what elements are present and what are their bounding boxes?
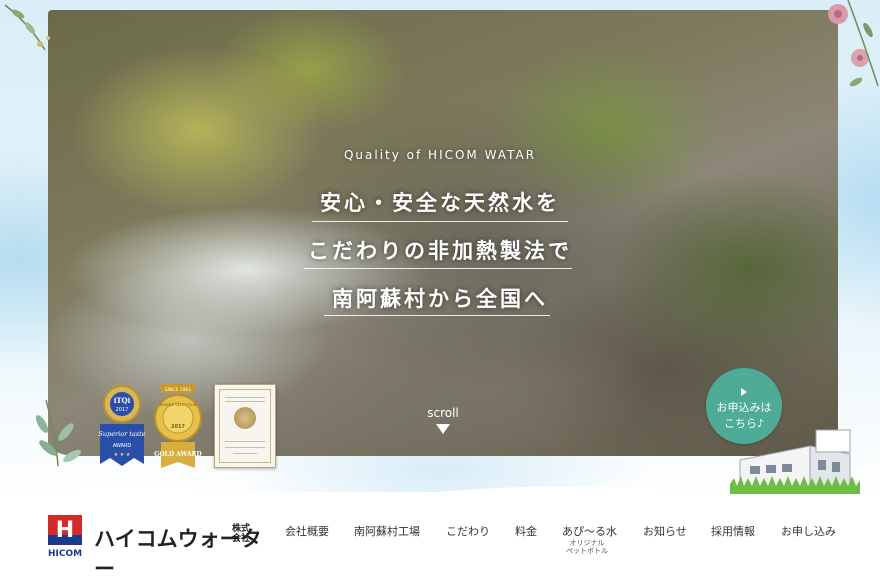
decorative-flowers-top-right-icon <box>828 0 879 87</box>
headline-divider <box>324 315 550 316</box>
certificate-seal-icon <box>234 407 256 429</box>
play-arrow-icon <box>741 388 747 396</box>
nav-item-commitment[interactable]: こだわり <box>446 523 490 539</box>
down-arrow-icon <box>436 424 450 434</box>
apply-button-line-2: こちら♪ <box>723 417 765 430</box>
nav-item-pricing[interactable]: 料金 <box>515 523 537 539</box>
monde-selection-gold-award-badge: SINCE 1961 MONDE SELECTION 2017 GOLD AWA… <box>154 384 202 468</box>
hero-headline-line-1: 安心・安全な天然水を <box>320 191 560 215</box>
nav-item-apply[interactable]: お申し込み <box>781 523 836 539</box>
award-blue-mid: Superior taste <box>98 430 145 438</box>
decorative-leaves-bottom-left-icon <box>35 399 81 467</box>
award-gold-ring: MONDE SELECTION <box>160 402 197 407</box>
nav-item-appeal-water[interactable]: あぴ〜る水 <box>562 523 617 539</box>
nav-item-company[interactable]: 会社概要 <box>285 523 329 539</box>
hero-headline-line-3: 南阿蘇村から全国へ <box>332 287 548 311</box>
main-navigation: 会社概要 南阿蘇村工場 こだわり 料金 あぴ〜る水 オリジナル ペットボトル お知… <box>0 523 880 563</box>
award-blue-top: iTQi <box>114 396 131 405</box>
superior-taste-award-badge: iTQi 2017 Superior taste AWARD ★ ★ ★ <box>98 385 146 466</box>
apply-button-line-1: お申込みは <box>716 401 772 414</box>
award-gold-top: SINCE 1961 <box>165 387 192 393</box>
nav-item-factory[interactable]: 南阿蘇村工場 <box>354 523 420 539</box>
award-gold-bottom: GOLD AWARD <box>154 451 201 458</box>
award-blue-bottom: AWARD <box>113 443 132 449</box>
hero-headline-line-2: こだわりの非加熱製法で <box>308 239 572 263</box>
nav-item-news[interactable]: お知らせ <box>643 523 687 539</box>
award-blue-year: 2017 <box>116 407 129 413</box>
award-certificate <box>214 384 276 468</box>
svg-text:★ ★ ★: ★ ★ ★ <box>114 452 131 458</box>
decorative-leaves-top-left-icon <box>4 4 50 51</box>
apply-here-button[interactable]: お申込みは こちら♪ <box>706 368 782 444</box>
headline-divider <box>312 221 568 222</box>
award-gold-year: 2017 <box>171 424 185 430</box>
hero-tagline: Quality of HICOM WATAR <box>343 148 537 162</box>
scroll-label: scroll <box>427 406 459 420</box>
nav-item-appeal-water-sub: オリジナル ペットボトル <box>566 539 608 555</box>
headline-divider <box>304 268 572 269</box>
scroll-indicator[interactable]: scroll <box>418 406 468 434</box>
nav-item-recruit[interactable]: 採用情報 <box>711 523 755 539</box>
